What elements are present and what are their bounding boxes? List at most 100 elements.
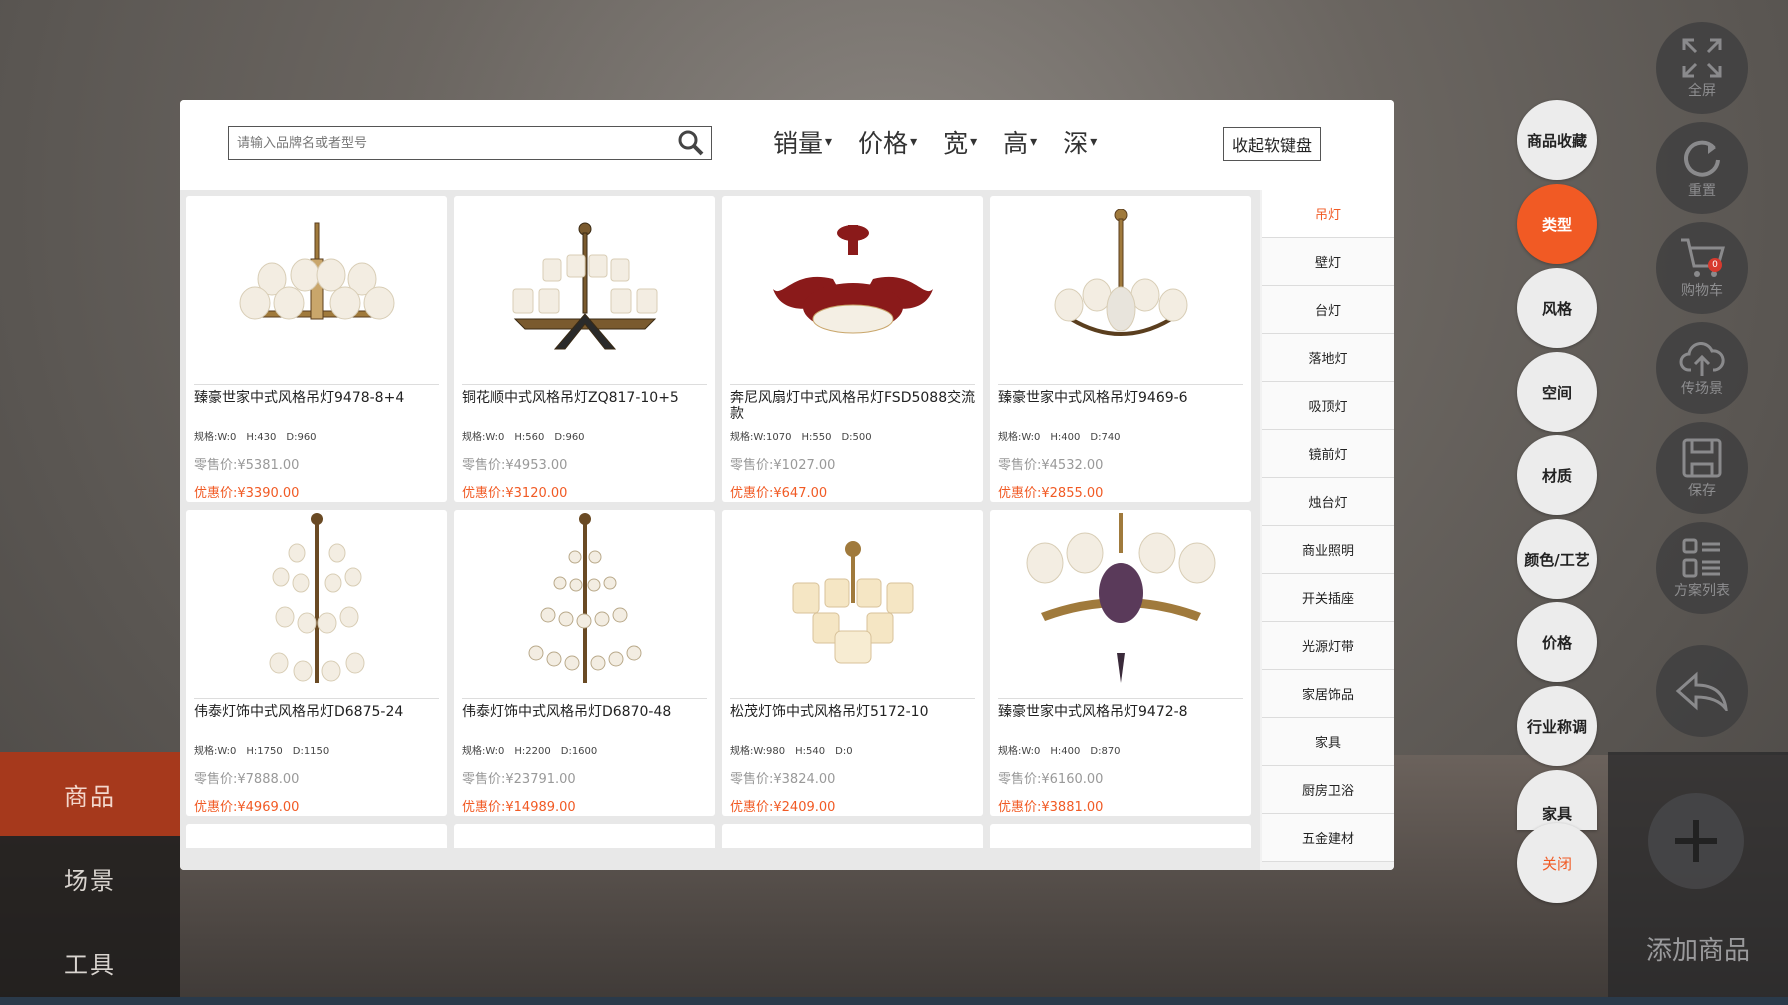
chandelier-image xyxy=(990,510,1251,696)
retail-price: 零售价:¥23791.00 xyxy=(462,772,576,787)
filter-favorites[interactable]: 商品收藏 xyxy=(1517,100,1597,180)
product-card[interactable]: 伟泰灯饰中式风格吊灯D6875-24 规格:W:0 H:1750 D:1150 零售… xyxy=(186,510,447,816)
filter-material[interactable]: 材质 xyxy=(1517,435,1597,515)
upload-scene-button[interactable]: 传场景 xyxy=(1656,322,1748,414)
product-card[interactable]: 铜花顺中式风格吊灯ZQ817-10+5 规格:W:0 H:560 D:960 零售价… xyxy=(454,196,715,502)
card-divider xyxy=(730,384,975,385)
sort-height[interactable]: 高 ▾ xyxy=(1003,124,1037,160)
panel-topbar: 销量▾ 价格▾ 宽▾ 高▾ 深▾ 收起软键盘 xyxy=(180,100,1394,190)
product-card[interactable]: 奔尼风扇灯中式风格吊灯FSD5088交流款 规格:W:1070 H:550 D:50… xyxy=(722,196,983,502)
product-name: 奔尼风扇灯中式风格吊灯FSD5088交流款 xyxy=(730,390,976,422)
plan-list-label: 方案列表 xyxy=(1674,583,1730,599)
category-home-decor[interactable]: 家居饰品 xyxy=(1262,670,1394,718)
save-label: 保存 xyxy=(1688,483,1716,499)
add-product-button[interactable] xyxy=(1648,793,1744,889)
chandelier-image xyxy=(186,196,447,382)
sort-depth[interactable]: 深 ▾ xyxy=(1063,124,1097,160)
category-list: 吊灯 壁灯 台灯 落地灯 吸顶灯 镜前灯 烛台灯 商业照明 开关插座 光源灯带 … xyxy=(1260,190,1394,870)
search-icon[interactable] xyxy=(671,130,711,156)
product-name: 铜花顺中式风格吊灯ZQ817-10+5 xyxy=(462,390,679,406)
filter-space[interactable]: 空间 xyxy=(1517,352,1597,432)
category-light-strips[interactable]: 光源灯带 xyxy=(1262,622,1394,670)
spec-depth: D:0 xyxy=(835,746,853,757)
spec-height: H:2200 xyxy=(514,746,551,757)
category-floor-lamp[interactable]: 落地灯 xyxy=(1262,334,1394,382)
category-kitchen-bath[interactable]: 厨房卫浴 xyxy=(1262,766,1394,814)
filter-color-craft[interactable]: 颜色/工艺 xyxy=(1517,519,1597,599)
product-name: 臻豪世家中式风格吊灯9472-8 xyxy=(998,704,1188,720)
cart-button[interactable]: 购物车 0 xyxy=(1656,222,1748,314)
nav-tools[interactable]: 工具 xyxy=(0,920,180,1004)
reset-button[interactable]: 重置 xyxy=(1656,122,1748,214)
plan-list-button[interactable]: 方案列表 xyxy=(1656,522,1748,614)
retail-price: 零售价:¥6160.00 xyxy=(998,772,1104,787)
product-spec: 规格:W:980 H:540 D:0 xyxy=(730,742,863,757)
category-ceiling-lamp[interactable]: 吸顶灯 xyxy=(1262,382,1394,430)
spec-depth: D:1150 xyxy=(292,746,330,757)
chandelier-image xyxy=(454,196,715,382)
left-nav: 商品 场景 工具 xyxy=(0,752,180,1005)
product-name: 臻豪世家中式风格吊灯9469-6 xyxy=(998,390,1188,406)
category-switches-sockets[interactable]: 开关插座 xyxy=(1262,574,1394,622)
sort-width-label: 宽 xyxy=(943,129,969,158)
filter-industry-tone[interactable]: 行业称调 xyxy=(1517,686,1597,766)
sort-sales[interactable]: 销量 ▾ xyxy=(773,124,832,160)
save-icon xyxy=(1682,438,1722,478)
product-card[interactable]: 松茂灯饰中式风格吊灯5172-10 规格:W:980 H:540 D:0 零售价:¥… xyxy=(722,510,983,816)
retail-price: 零售价:¥5381.00 xyxy=(194,458,300,473)
spec-width: 规格:W:980 xyxy=(730,746,786,757)
filter-style[interactable]: 风格 xyxy=(1517,268,1597,348)
category-pendant[interactable]: 吊灯 xyxy=(1262,190,1394,238)
product-name: 松茂灯饰中式风格吊灯5172-10 xyxy=(730,704,929,720)
spec-width: 规格:W:0 xyxy=(194,432,237,443)
category-hardware[interactable]: 五金建材 xyxy=(1262,814,1394,862)
sort-sales-label: 销量 xyxy=(773,129,824,158)
category-wall-lamp[interactable]: 壁灯 xyxy=(1262,238,1394,286)
product-card-partial[interactable] xyxy=(990,824,1251,848)
product-spec: 规格:W:0 H:430 D:960 xyxy=(194,428,327,443)
refresh-icon xyxy=(1684,140,1720,177)
search-input[interactable] xyxy=(229,127,671,159)
upload-scene-label: 传场景 xyxy=(1681,381,1723,397)
nav-scenes[interactable]: 场景 xyxy=(0,836,180,920)
filter-price[interactable]: 价格 xyxy=(1517,602,1597,682)
spec-height: H:540 xyxy=(795,746,826,757)
product-card-partial[interactable] xyxy=(186,824,447,848)
hide-keyboard-button[interactable]: 收起软键盘 xyxy=(1223,127,1321,161)
product-card[interactable]: 臻豪世家中式风格吊灯9469-6 规格:W:0 H:400 D:740 零售价:¥4… xyxy=(990,196,1251,502)
chandelier-image xyxy=(454,510,715,696)
caret-down-icon: ▾ xyxy=(1090,134,1098,150)
product-spec: 规格:W:0 H:560 D:960 xyxy=(462,428,595,443)
sort-price-label: 价格 xyxy=(858,129,909,158)
sale-price: 优惠价:¥14989.00 xyxy=(462,800,576,815)
sort-width[interactable]: 宽 ▾ xyxy=(943,124,977,160)
product-panel: 销量▾ 价格▾ 宽▾ 高▾ 深▾ 收起软键盘 臻豪世家中式风格吊灯9478-8+… xyxy=(180,100,1394,870)
retail-price: 零售价:¥4953.00 xyxy=(462,458,568,473)
chandelier-image xyxy=(722,510,983,696)
sale-price: 优惠价:¥2855.00 xyxy=(998,486,1104,501)
nav-products[interactable]: 商品 xyxy=(0,752,180,836)
product-card[interactable]: 臻豪世家中式风格吊灯9478-8+4 规格:W:0 H:430 D:960 零售价:… xyxy=(186,196,447,502)
category-table-lamp[interactable]: 台灯 xyxy=(1262,286,1394,334)
back-button[interactable] xyxy=(1656,645,1748,737)
spec-width: 规格:W:0 xyxy=(462,746,505,757)
product-card[interactable]: 臻豪世家中式风格吊灯9472-8 规格:W:0 H:400 D:870 零售价:¥6… xyxy=(990,510,1251,816)
spec-width: 规格:W:0 xyxy=(194,746,237,757)
fullscreen-button[interactable]: 全屏 xyxy=(1656,22,1748,114)
reset-label: 重置 xyxy=(1688,183,1716,199)
sort-price[interactable]: 价格 ▾ xyxy=(858,124,917,160)
category-candle-lamp[interactable]: 烛台灯 xyxy=(1262,478,1394,526)
save-button[interactable]: 保存 xyxy=(1656,422,1748,514)
product-card-partial[interactable] xyxy=(454,824,715,848)
category-furniture[interactable]: 家具 xyxy=(1262,718,1394,766)
sale-price: 优惠价:¥3120.00 xyxy=(462,486,568,501)
spec-height: H:400 xyxy=(1050,746,1081,757)
filter-type[interactable]: 类型 xyxy=(1517,184,1597,264)
close-filters-button[interactable]: 关闭 xyxy=(1517,823,1597,903)
product-card-partial[interactable] xyxy=(722,824,983,848)
category-mirror-light[interactable]: 镜前灯 xyxy=(1262,430,1394,478)
category-commercial-lighting[interactable]: 商业照明 xyxy=(1262,526,1394,574)
sale-price: 优惠价:¥2409.00 xyxy=(730,800,836,815)
product-spec: 规格:W:0 H:2200 D:1600 xyxy=(462,742,607,757)
product-card[interactable]: 伟泰灯饰中式风格吊灯D6870-48 规格:W:0 H:2200 D:1600 零售… xyxy=(454,510,715,816)
